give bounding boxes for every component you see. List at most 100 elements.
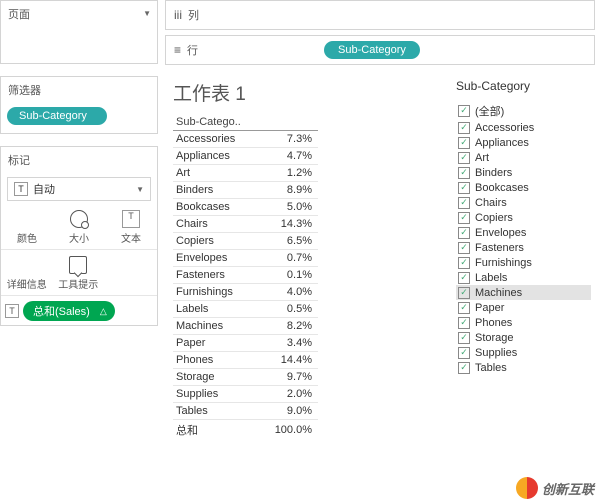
chevron-down-icon[interactable]: ▼ — [143, 9, 151, 18]
checkbox-icon[interactable]: ✓ — [458, 105, 470, 117]
checkbox-icon[interactable]: ✓ — [458, 122, 470, 134]
filter-item[interactable]: ✓Accessories — [456, 120, 591, 135]
rows-shelf[interactable]: ≡ 行 Sub-Category — [165, 35, 595, 65]
checkbox-icon[interactable]: ✓ — [458, 212, 470, 224]
worksheet-title: 工作表 1 — [173, 79, 432, 106]
table-row[interactable]: Envelopes0.7% — [173, 250, 318, 267]
row-label: Art — [173, 165, 258, 182]
data-table: Sub-Catego.. Accessories7.3%Appliances4.… — [173, 114, 318, 440]
filter-item[interactable]: ✓Paper — [456, 300, 591, 315]
filters-title: 筛选器 — [1, 77, 157, 103]
table-row[interactable]: Accessories7.3% — [173, 131, 318, 148]
filter-item[interactable]: ✓Chairs — [456, 195, 591, 210]
filter-card-title: Sub-Category — [456, 79, 591, 93]
table-row[interactable]: Storage9.7% — [173, 369, 318, 386]
filter-item[interactable]: ✓Fasteners — [456, 240, 591, 255]
row-value: 0.7% — [258, 250, 318, 267]
checkbox-icon[interactable]: ✓ — [458, 242, 470, 254]
marks-detail-button[interactable]: 详细信息 — [1, 251, 52, 294]
checkbox-icon[interactable]: ✓ — [458, 137, 470, 149]
filter-item[interactable]: ✓ Copiers — [456, 210, 591, 225]
checkbox-icon[interactable]: ✓ — [458, 302, 470, 314]
row-label: Envelopes — [173, 250, 258, 267]
row-value: 9.0% — [258, 403, 318, 420]
filter-item-label: Appliances — [475, 137, 529, 149]
marks-size-button[interactable]: 大小 — [53, 205, 105, 248]
table-row[interactable]: Art1.2% — [173, 165, 318, 182]
filter-item[interactable]: ✓Supplies — [456, 345, 591, 360]
filter-item[interactable]: ✓ Tables — [456, 360, 591, 375]
table-header: Sub-Catego.. — [173, 114, 318, 131]
filter-item[interactable]: ✓(全部) — [456, 101, 591, 120]
filter-item-label: Copiers — [475, 212, 513, 224]
filter-item[interactable]: ✓Envelopes — [456, 225, 591, 240]
table-header-row: Sub-Catego.. — [173, 114, 318, 131]
filters-shelf[interactable]: 筛选器 Sub-Category — [0, 76, 158, 134]
row-label: Furnishings — [173, 284, 258, 301]
filter-item-label: Tables — [475, 362, 507, 374]
table-row[interactable]: Supplies2.0% — [173, 386, 318, 403]
row-label: Storage — [173, 369, 258, 386]
filter-item-label: Binders — [475, 167, 512, 179]
filter-item-label: Labels — [475, 272, 507, 284]
watermark: 创新互联 — [516, 477, 594, 499]
filter-item[interactable]: ✓Machines — [456, 285, 591, 300]
table-row[interactable]: Furnishings4.0% — [173, 284, 318, 301]
checkbox-icon[interactable]: ✓ — [458, 272, 470, 284]
table-row[interactable]: Copiers6.5% — [173, 233, 318, 250]
table-row[interactable]: Fasteners0.1% — [173, 267, 318, 284]
checkbox-icon[interactable]: ✓ — [458, 152, 470, 164]
row-label: Tables — [173, 403, 258, 420]
rows-label: 行 — [187, 42, 198, 58]
row-label: Machines — [173, 318, 258, 335]
row-label: Copiers — [173, 233, 258, 250]
marks-color-button[interactable]: 颜色 — [1, 205, 53, 248]
table-row[interactable]: Binders8.9% — [173, 182, 318, 199]
row-label: Accessories — [173, 131, 258, 148]
table-row[interactable]: Appliances4.7% — [173, 148, 318, 165]
checkbox-icon[interactable]: ✓ — [458, 347, 470, 359]
checkbox-icon[interactable]: ✓ — [458, 182, 470, 194]
table-row[interactable]: Labels0.5% — [173, 301, 318, 318]
pages-shelf[interactable]: 页面 ▼ — [0, 0, 158, 64]
marks-size-label: 大小 — [69, 234, 89, 245]
text-icon: T — [5, 304, 19, 318]
detail-icon — [18, 256, 36, 274]
chevron-down-icon[interactable]: ▼ — [136, 185, 144, 194]
checkbox-icon[interactable]: ✓ — [458, 317, 470, 329]
columns-shelf[interactable]: iii 列 — [165, 0, 595, 30]
filter-item[interactable]: ✓Phones — [456, 315, 591, 330]
filter-item[interactable]: ✓ Binders — [456, 165, 591, 180]
filter-item-label: Art — [475, 152, 489, 164]
filter-item[interactable]: ✓ Appliances — [456, 135, 591, 150]
row-pill-subcategory[interactable]: Sub-Category — [324, 41, 420, 59]
checkbox-icon[interactable]: ✓ — [458, 227, 470, 239]
marks-tooltip-button[interactable]: 工具提示 — [52, 251, 103, 294]
checkbox-icon[interactable]: ✓ — [458, 332, 470, 344]
marks-text-label: 文本 — [121, 234, 141, 245]
checkbox-icon[interactable]: ✓ — [458, 197, 470, 209]
table-row[interactable]: Machines8.2% — [173, 318, 318, 335]
sum-sales-pill[interactable]: 总和(Sales) △ — [23, 301, 115, 321]
checkbox-icon[interactable]: ✓ — [458, 257, 470, 269]
table-row[interactable]: Phones14.4% — [173, 352, 318, 369]
marks-text-encoding[interactable]: T 总和(Sales) △ — [1, 297, 157, 325]
table-row[interactable]: Tables9.0% — [173, 403, 318, 420]
filter-item[interactable]: ✓ Art — [456, 150, 591, 165]
table-row[interactable]: Paper3.4% — [173, 335, 318, 352]
filter-item[interactable]: ✓ Labels — [456, 270, 591, 285]
checkbox-icon[interactable]: ✓ — [458, 287, 470, 299]
text-icon: T — [14, 182, 28, 196]
marks-text-button[interactable]: T 文本 — [105, 205, 157, 248]
table-total-row: 总和100.0% — [173, 420, 318, 441]
checkbox-icon[interactable]: ✓ — [458, 362, 470, 374]
filter-item[interactable]: ✓Storage — [456, 330, 591, 345]
filter-item[interactable]: ✓Furnishings — [456, 255, 591, 270]
checkbox-icon[interactable]: ✓ — [458, 167, 470, 179]
table-row[interactable]: Chairs14.3% — [173, 216, 318, 233]
filter-pill-subcategory[interactable]: Sub-Category — [7, 107, 107, 125]
row-value: 8.9% — [258, 182, 318, 199]
table-row[interactable]: Bookcases5.0% — [173, 199, 318, 216]
filter-item[interactable]: ✓Bookcases — [456, 180, 591, 195]
marks-type-selector[interactable]: T 自动 ▼ — [7, 177, 151, 201]
